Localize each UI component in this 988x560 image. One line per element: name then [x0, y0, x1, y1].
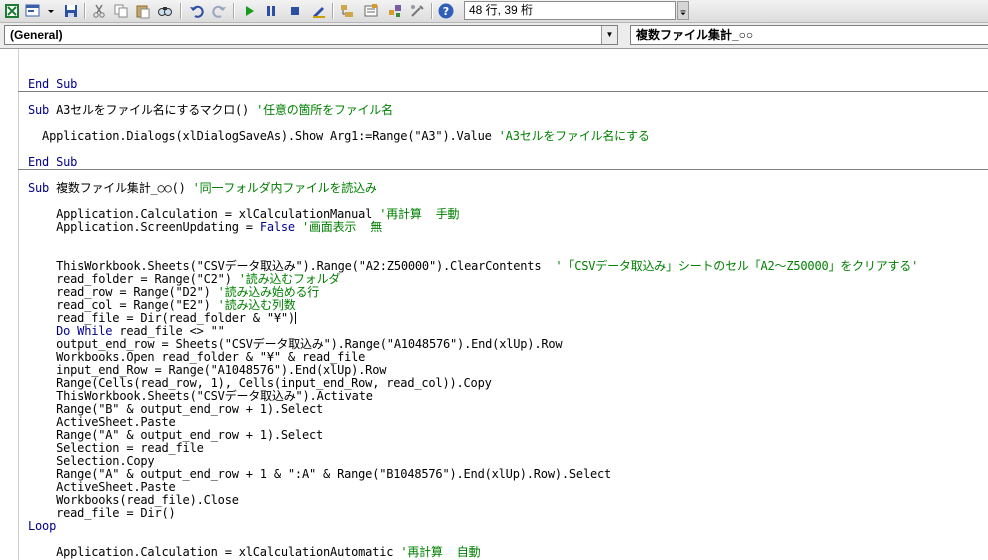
properties-window-icon[interactable]: [362, 2, 380, 20]
save-icon[interactable]: [62, 2, 80, 20]
undo-icon[interactable]: [188, 2, 206, 20]
svg-text:?: ?: [443, 5, 449, 18]
object-combobox-value: (General): [10, 28, 63, 42]
design-mode-icon[interactable]: [310, 2, 328, 20]
standard-toolbar: ? 48 行, 39 桁: [0, 0, 988, 23]
chevron-down-icon[interactable]: ▼: [601, 26, 617, 44]
redo-icon[interactable]: [210, 2, 228, 20]
chevron-down-icon[interactable]: [42, 2, 54, 20]
margin-indicator-bar[interactable]: [0, 49, 19, 560]
reset-icon[interactable]: [286, 2, 304, 20]
excel-view-icon[interactable]: [3, 2, 21, 20]
code-line[interactable]: Sub 複数ファイル集計_○○() '同一フォルダ内ファイルを読込み: [28, 182, 377, 195]
code-line[interactable]: Application.Dialogs(xlDialogSaveAs).Show…: [28, 130, 650, 143]
text-cursor: [294, 312, 296, 324]
help-icon[interactable]: ?: [437, 2, 455, 20]
procedure-separator: [18, 169, 988, 170]
code-line[interactable]: Sub A3セルをファイル名にするマクロ() '任意の箇所をファイル名: [28, 104, 393, 117]
code-line[interactable]: Application.Calculation = xlCalculationA…: [28, 546, 480, 559]
code-line[interactable]: End Sub: [28, 156, 77, 169]
procedure-combobox[interactable]: 複数ファイル集計_○○: [630, 25, 988, 45]
procedure-combobox-value: 複数ファイル集計_○○: [636, 28, 754, 42]
copy-icon[interactable]: [112, 2, 130, 20]
code-window-header: (General) ▼ 複数ファイル集計_○○: [0, 23, 988, 49]
toolbar-options-icon[interactable]: [677, 1, 689, 20]
cut-icon[interactable]: [90, 2, 108, 20]
break-icon[interactable]: [262, 2, 280, 20]
code-line[interactable]: End Sub: [28, 78, 77, 91]
project-explorer-icon[interactable]: [338, 2, 356, 20]
code-line[interactable]: Loop: [28, 520, 56, 533]
object-browser-icon[interactable]: [386, 2, 404, 20]
cursor-position-readout: 48 行, 39 桁: [464, 1, 676, 20]
code-line[interactable]: Application.ScreenUpdating = False '画面表示…: [28, 221, 382, 234]
insert-userform-icon[interactable]: [24, 2, 42, 20]
object-combobox[interactable]: (General) ▼: [4, 25, 618, 45]
run-icon[interactable]: [240, 2, 258, 20]
find-icon[interactable]: [156, 2, 174, 20]
code-editor[interactable]: End Sub Sub A3セルをファイル名にするマクロ() '任意の箇所をファ…: [0, 49, 988, 560]
toolbox-icon[interactable]: [408, 2, 426, 20]
procedure-separator: [18, 91, 988, 92]
paste-icon[interactable]: [134, 2, 152, 20]
